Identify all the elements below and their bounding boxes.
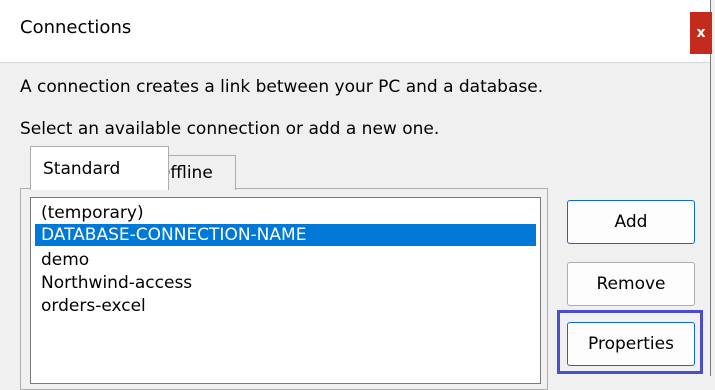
list-item[interactable]: Northwind-access — [35, 272, 536, 294]
description-line-2: Select an available connection or add a … — [20, 119, 440, 139]
remove-button[interactable]: Remove — [567, 262, 695, 306]
close-button[interactable]: x — [690, 12, 712, 54]
title-bar: Connections x — [0, 0, 712, 63]
list-item[interactable]: orders-excel — [35, 295, 536, 317]
list-item[interactable]: (temporary) — [35, 202, 536, 224]
connections-listbox[interactable]: (temporary) DATABASE-CONNECTION-NAME dem… — [30, 197, 541, 384]
close-icon: x — [696, 25, 706, 41]
description-line-1: A connection creates a link between your… — [20, 77, 544, 97]
list-item-selected[interactable]: DATABASE-CONNECTION-NAME — [35, 224, 536, 246]
tab-standard-label: Standard — [43, 158, 121, 179]
connections-dialog: Connections x A connection creates a lin… — [0, 0, 712, 390]
tab-standard[interactable]: Standard — [30, 146, 169, 190]
window-title: Connections — [20, 17, 132, 38]
properties-button[interactable]: Properties — [567, 322, 695, 366]
list-item[interactable]: demo — [35, 249, 536, 271]
add-button[interactable]: Add — [567, 200, 695, 244]
